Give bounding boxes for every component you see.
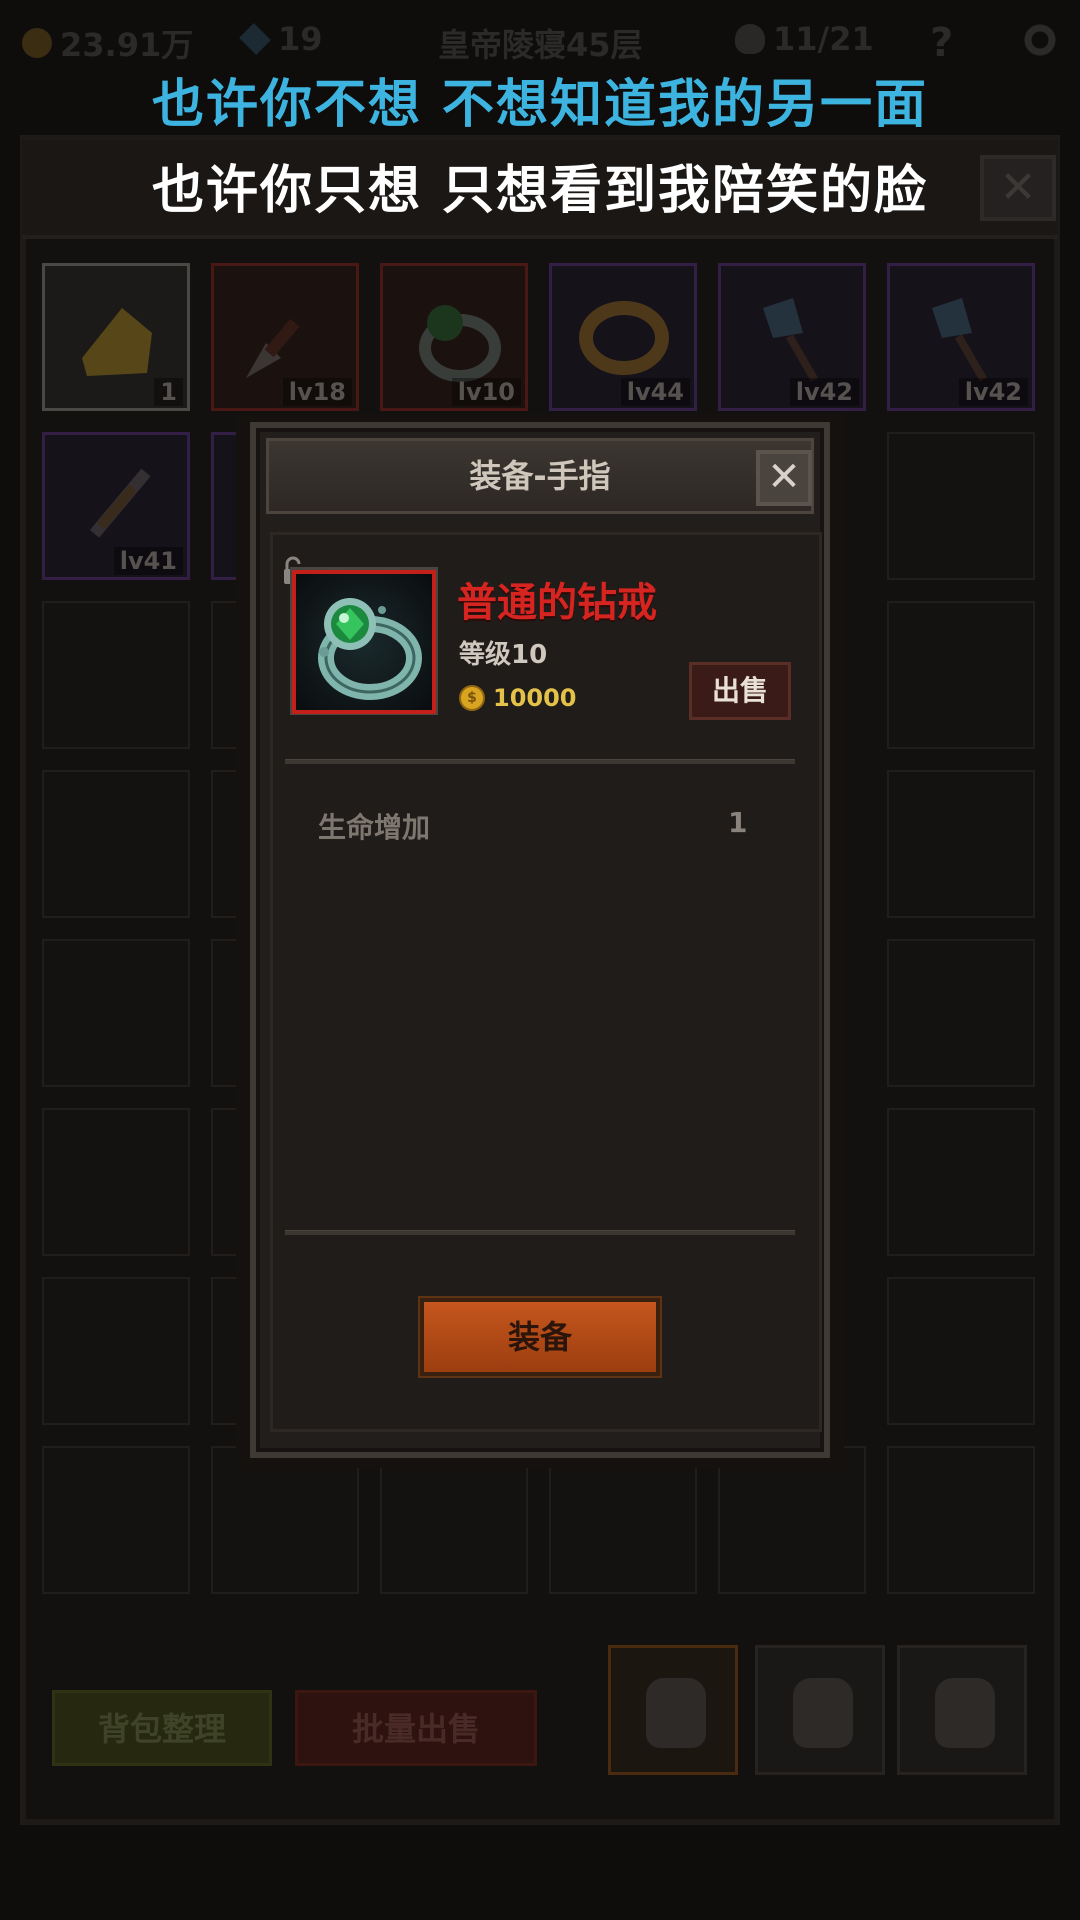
inventory-slot[interactable] [887,1277,1035,1425]
inventory-slot[interactable] [211,1446,359,1594]
dialog-title: 装备-手指 [469,457,611,495]
sword-icon [89,468,151,538]
slot-level: lv42 [958,378,1028,406]
inventory-slot[interactable] [42,601,190,749]
stat-value: 1 [728,806,748,839]
inventory-slot[interactable] [887,1446,1035,1594]
inventory-slot[interactable] [887,939,1035,1087]
sort-backpack-button[interactable]: 背包整理 [52,1690,272,1766]
crystal-staff-icon [763,298,818,382]
item-price: 10000 [493,684,577,712]
stat-name: 生命增加 [318,811,431,844]
slot-level: lv42 [789,378,859,406]
slot-level: 1 [154,378,183,406]
inventory-slot[interactable]: lv42 [887,263,1035,411]
inventory-slot[interactable] [887,432,1035,580]
gold-coin-icon: $ [459,685,485,711]
inventory-slot[interactable]: lv42 [718,263,866,411]
settings-button[interactable] [1020,20,1060,60]
inventory-slot[interactable]: 1 [42,263,190,411]
backpack-tab-1[interactable] [608,1645,738,1775]
inventory-slot[interactable] [42,770,190,918]
ring-icon [419,305,501,382]
gold-coin-icon [22,28,52,58]
dungeon-floor: 皇帝陵寝45层 [438,26,643,64]
help-icon: ? [930,20,954,66]
inventory-slot[interactable] [42,1277,190,1425]
inventory-slot[interactable] [42,939,190,1087]
slot-level: lv41 [113,547,183,575]
kill-counter: 11/21 [735,20,874,58]
inventory-slot[interactable] [42,1108,190,1256]
divider-bottom [285,1230,795,1235]
inventory-slot[interactable] [718,1446,866,1594]
item-icon [292,570,436,714]
slot-level: lv18 [282,378,352,406]
lyric-line-2: 也许你只想 只想看到我陪笑的脸 [151,161,929,221]
cheese-icon [82,308,152,376]
inventory-slot[interactable]: lv18 [211,263,359,411]
item-name: 普通的钻戒 [457,580,657,626]
diamond-ring-icon [318,598,422,700]
help-button[interactable]: ? [930,20,953,66]
inventory-slot[interactable] [42,1446,190,1594]
inventory-slot[interactable] [887,601,1035,749]
slot-level: lv44 [620,378,690,406]
backpack-tab-2[interactable] [755,1645,885,1775]
backpack-icon [793,1678,853,1748]
inventory-slot[interactable]: lv41 [42,432,190,580]
dialog-header: 装备-手指 [266,438,814,514]
divider-top [285,759,795,764]
inventory-slot[interactable] [887,1108,1035,1256]
game-screen: 23.91万 19 皇帝陵寝45层 11/21 ? ✕ 1 lv18 lv10 … [0,0,1080,1920]
dagger-icon [246,318,300,378]
inventory-slot[interactable] [887,770,1035,918]
crystal-staff-icon [932,298,987,382]
gear-icon [1024,24,1056,56]
gold-amount: 23.91万 [60,26,194,64]
sell-button[interactable]: 出售 [689,662,791,720]
skull-icon [735,24,765,54]
dialog-close-button[interactable]: ✕ [756,450,812,506]
inventory-slot[interactable] [549,1446,697,1594]
gem-amount: 19 [278,20,323,58]
inventory-slot[interactable]: lv44 [549,263,697,411]
gold-counter: 23.91万 [22,20,193,66]
lyric-line-1: 也许你不想 不想知道我的另一面 [151,75,929,135]
inventory-slot[interactable]: lv10 [380,263,528,411]
backpack-icon [935,1678,995,1748]
dungeon-location: 皇帝陵寝45层 [438,20,643,66]
item-level: 等级10 [459,640,548,670]
inventory-slot[interactable] [380,1446,528,1594]
kill-count: 11/21 [773,20,874,58]
backpack-icon [646,1678,706,1748]
equip-button[interactable]: 装备 [420,1298,660,1376]
gem-counter: 19 [239,20,323,58]
bulk-sell-button[interactable]: 批量出售 [295,1690,537,1766]
gold-ring-icon [579,301,669,375]
slot-level: lv10 [451,378,521,406]
gem-icon [239,23,271,55]
backpack-tab-3[interactable] [897,1645,1027,1775]
